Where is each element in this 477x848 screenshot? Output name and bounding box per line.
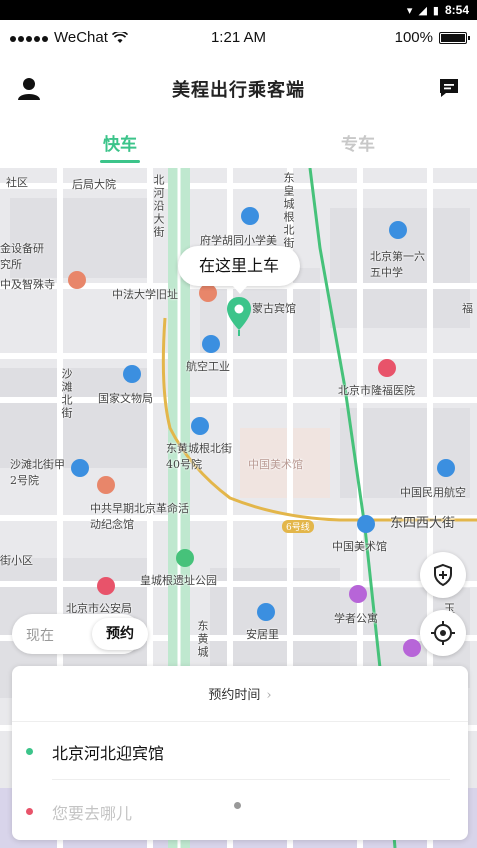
ios-status-bar: WeChat 1:21 AM 100% xyxy=(0,20,477,56)
service-tabs: 快车 专车 xyxy=(0,120,477,168)
dropoff-dot-icon xyxy=(26,808,33,815)
shield-plus-icon xyxy=(434,563,452,587)
map-label: 皇城根遗址公园 xyxy=(140,574,217,587)
wifi-icon: ▾ xyxy=(406,3,413,17)
destination-input[interactable]: 您要去哪儿 xyxy=(26,792,454,832)
android-status-bar: ▾ ◢ ▮ 8:54 xyxy=(0,0,477,20)
pickup-pin-icon xyxy=(227,297,251,336)
map-label: 福 xyxy=(462,302,473,315)
map-label: 东皇城根北街 xyxy=(282,172,295,250)
pickup-location: 北京河北迎宾馆 xyxy=(52,744,165,763)
chevron-right-icon: › xyxy=(266,688,272,703)
battery-icon: ▮ xyxy=(432,3,439,17)
map-label: 学者公寓 xyxy=(334,612,378,625)
signal-icon: ◢ xyxy=(418,3,427,17)
divider xyxy=(12,721,468,722)
map-label: 国家文物局 xyxy=(98,392,153,405)
safety-button[interactable] xyxy=(420,552,466,598)
battery-percent: 100% xyxy=(394,29,433,46)
map-label: 沙滩北街 xyxy=(60,368,73,420)
destination-placeholder: 您要去哪儿 xyxy=(52,804,133,823)
map-label: 安居里 xyxy=(246,628,279,641)
booking-time-label: 预约时间 xyxy=(208,688,261,703)
map-label: 街小区 xyxy=(0,554,33,567)
map-label: 北京市隆福医院 xyxy=(338,384,415,397)
pickup-location-row[interactable]: 北京河北迎宾馆 xyxy=(26,732,454,772)
booking-time-selector[interactable]: 预约时间 › xyxy=(12,684,468,703)
map-label: 东四西大街 xyxy=(390,516,456,531)
message-icon[interactable] xyxy=(437,76,461,100)
map-label: 中共早期北京革命活动纪念馆 xyxy=(90,502,189,531)
map-label: 北河沿大街 xyxy=(152,174,165,239)
app-header: 美程出行乘客端 xyxy=(0,56,477,120)
map-label: 北京第一六五中学 xyxy=(370,250,425,279)
crosshair-icon xyxy=(431,621,455,645)
page-title: 美程出行乘客端 xyxy=(172,80,305,101)
subway-line-badge: 6号线 xyxy=(282,520,314,533)
active-tab-indicator xyxy=(100,160,140,163)
touch-indicator xyxy=(234,802,241,809)
battery-icon xyxy=(439,31,470,44)
map-label: 蒙古宾馆 xyxy=(252,302,296,315)
pickup-dot-icon xyxy=(26,748,33,755)
map-label: 中法大学旧址 xyxy=(112,288,178,301)
map-label: 中及智殊寺 xyxy=(0,278,55,291)
map-label: 航空工业 xyxy=(186,360,230,373)
tab-premium[interactable]: 专车 xyxy=(298,130,418,155)
android-time: 8:54 xyxy=(444,3,469,17)
trip-card: 预约时间 › 北京河北迎宾馆 您要去哪儿 xyxy=(12,666,468,840)
map-label: 东黄城根北街40号院 xyxy=(166,442,232,471)
divider xyxy=(52,779,450,780)
map-label: 中国民用航空 xyxy=(400,486,466,499)
map-label: 中国美术馆 xyxy=(332,540,387,553)
map-label: 东黄城 xyxy=(196,620,209,659)
pickup-callout[interactable]: 在这里上车 xyxy=(178,246,300,294)
tab-express[interactable]: 快车 xyxy=(60,130,180,155)
locate-button[interactable] xyxy=(420,610,466,656)
map-label: 社区 xyxy=(6,176,28,189)
map-label: 金设备研究所 xyxy=(0,242,44,271)
ride-mode-toggle: 现在 预约 xyxy=(12,614,148,654)
map-label: 中国美术馆 xyxy=(248,458,303,471)
map-label: 后局大院 xyxy=(72,178,116,191)
mode-now-button[interactable]: 现在 xyxy=(26,625,54,645)
mode-book-button[interactable]: 预约 xyxy=(92,618,148,650)
map-label: 沙滩北街甲2号院 xyxy=(10,458,65,487)
